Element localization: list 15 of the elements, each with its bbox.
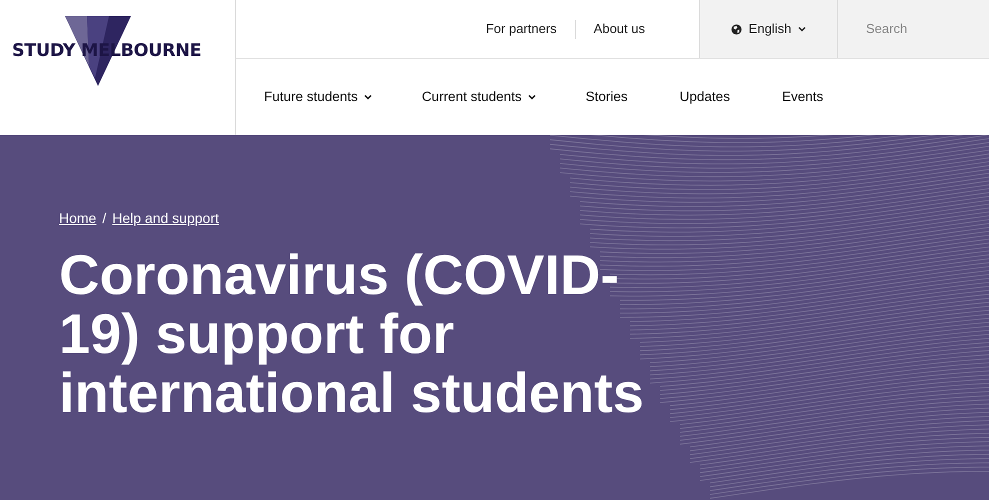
nav-link[interactable]: Current students [422,86,536,108]
nav-link[interactable]: Stories [586,86,628,108]
nav-link[interactable]: Future students [264,86,372,108]
utility-link[interactable]: For partners [468,19,575,39]
utility-link[interactable]: About us [576,19,663,39]
nav-link[interactable]: Events [782,86,824,108]
nav-link[interactable]: Updates [680,86,730,108]
globe-icon [730,24,742,34]
language-selector[interactable]: English [699,0,838,58]
caret-icon [798,26,806,32]
search-field[interactable]: Search [838,0,989,58]
page-title: Coronavirus (COVID-19) support for international students [59,245,645,422]
breadcrumb-separator: / [102,209,106,228]
breadcrumb-link[interactable]: Home [59,208,96,229]
breadcrumb-link[interactable]: Help and support [112,208,219,229]
